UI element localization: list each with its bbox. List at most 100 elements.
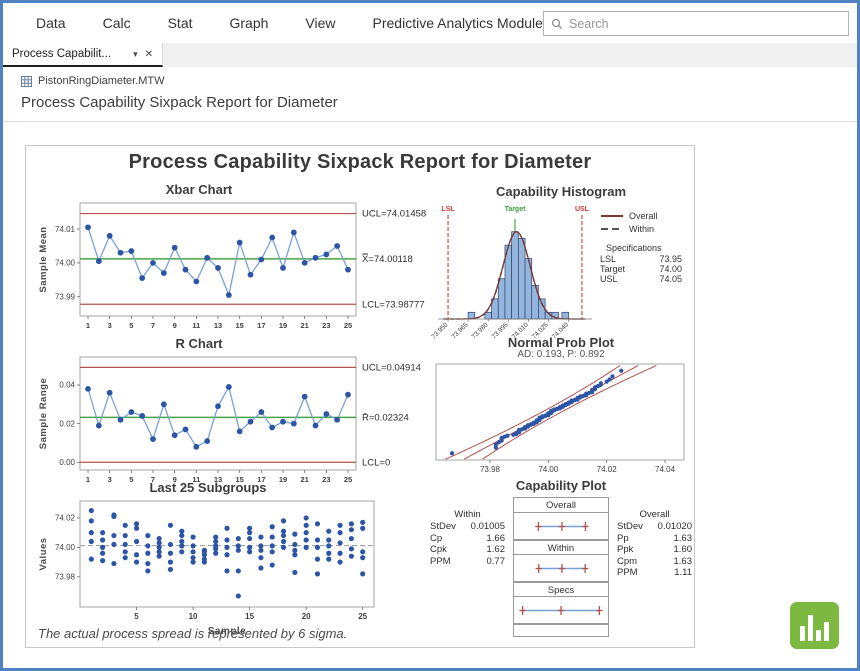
menu-item-stat[interactable]: Stat: [168, 15, 193, 31]
r-chart-canvas: 0.000.020.04Sample Range1357911131517192…: [34, 351, 434, 486]
report-title: Process Capability Sixpack Report for Di…: [26, 151, 694, 174]
svg-text:13: 13: [214, 321, 222, 330]
legend-label: Within: [629, 224, 654, 234]
svg-text:74.02: 74.02: [55, 514, 76, 523]
menu-item-view[interactable]: View: [305, 15, 335, 31]
svg-text:LCL=73.98777: LCL=73.98777: [362, 299, 425, 310]
svg-text:X̿=74.00118: X̿=74.00118: [362, 253, 413, 265]
overall-stats-table-row: StDev0.01020: [617, 521, 692, 533]
within-stats-table-row: Cp1.66: [430, 533, 505, 545]
svg-text:UCL=0.04914: UCL=0.04914: [362, 362, 421, 373]
within-stats-table-row: PPM0.77: [430, 556, 505, 568]
svg-text:73.98: 73.98: [480, 465, 501, 474]
bar-chart-icon: [800, 626, 805, 641]
bar-chart-icon: [808, 615, 813, 641]
capability-histogram-panel: Capability Histogram LSLUSLTarget73.9507…: [430, 184, 692, 351]
capability-histogram-canvas: LSLUSLTarget73.95073.96573.98073.99574.0…: [430, 201, 600, 351]
overall-stats-table-title: Overall: [617, 509, 692, 520]
svg-text:17: 17: [257, 321, 265, 330]
svg-text:0.02: 0.02: [59, 419, 75, 428]
svg-text:74.02: 74.02: [597, 465, 618, 474]
svg-text:74.01: 74.01: [55, 225, 76, 234]
interval-cell-within: [514, 555, 608, 582]
divider: [3, 121, 857, 122]
normal-prob-plot-subtitle: AD: 0.193, P: 0.892: [430, 349, 692, 360]
report-footnote: The actual process spread is represented…: [38, 626, 347, 641]
interval-header-within: Within: [514, 540, 608, 555]
svg-text:1: 1: [86, 321, 90, 330]
svg-text:11: 11: [192, 321, 200, 330]
overall-stats-table-row: Cpm1.63: [617, 556, 692, 568]
specification-row: Target74.00: [600, 264, 690, 274]
close-icon[interactable]: ✕: [145, 49, 153, 60]
svg-text:74.04: 74.04: [655, 465, 676, 474]
svg-text:UCL=74.01458: UCL=74.01458: [362, 209, 426, 220]
svg-text:0.04: 0.04: [59, 381, 75, 390]
menu-item-graph[interactable]: Graph: [230, 15, 269, 31]
normal-prob-plot-title: Normal Prob Plot: [430, 335, 692, 350]
histogram-legend: Overall Within SpecificationsLSL73.95Targe…: [600, 201, 690, 351]
search-icon: [551, 18, 563, 30]
sixpack-report: Process Capability Sixpack Report for Di…: [25, 145, 695, 648]
histogram-bars: [468, 232, 568, 319]
svg-text:Target: Target: [505, 206, 527, 213]
svg-text:LSL: LSL: [441, 206, 455, 213]
svg-text:23: 23: [322, 321, 330, 330]
svg-text:Sample Mean: Sample Mean: [38, 226, 49, 292]
svg-text:10: 10: [189, 612, 198, 621]
capability-plot-body: WithinStDev0.01005Cp1.66Cpk1.62PPM0.77Ov…: [430, 497, 692, 637]
page-title: Process Capability Sixpack Report for Di…: [21, 94, 857, 111]
tab-label: Process Capabilit...: [12, 48, 126, 60]
bar-chart-icon: [824, 622, 829, 641]
menu-item-predictive-analytics-module[interactable]: Predictive Analytics Module: [373, 15, 543, 31]
svg-text:15: 15: [245, 612, 254, 621]
chevron-down-icon[interactable]: ▾: [133, 49, 138, 60]
svg-text:74.00: 74.00: [55, 259, 76, 268]
last-25-subgroups-panel: Last 25 Subgroups 73.9874.0074.02Values5…: [34, 480, 434, 650]
last-25-subgroups-title: Last 25 Subgroups: [34, 480, 382, 495]
interval-header-overall: Overall: [514, 498, 608, 513]
menu-item-data[interactable]: Data: [36, 15, 66, 31]
svg-text:74.00: 74.00: [55, 543, 76, 552]
svg-text:9: 9: [173, 321, 177, 330]
svg-text:7: 7: [151, 321, 155, 330]
capability-plot-panel: Capability Plot WithinStDev0.01005Cp1.66…: [430, 478, 692, 637]
specification-row: USL74.05: [600, 274, 690, 284]
overall-stats-table-row: Ppk1.60: [617, 544, 692, 556]
svg-text:25: 25: [344, 321, 352, 330]
interval-cell-specs: [514, 597, 608, 624]
svg-text:R̄=0.02324: R̄=0.02324: [362, 412, 409, 423]
within-stats-table-row: Cpk1.62: [430, 544, 505, 556]
specification-row: LSL73.95: [600, 254, 690, 264]
xbar-chart-panel: Xbar Chart 73.9974.0074.01Sample Mean135…: [34, 182, 434, 337]
capability-interval-column: OverallWithinSpecs: [513, 497, 609, 637]
svg-text:USL: USL: [575, 206, 590, 213]
within-stats-table-title: Within: [430, 509, 505, 520]
app-window: Data Calc Stat Graph View Predictive Ana…: [0, 0, 860, 671]
svg-text:LCL=0: LCL=0: [362, 457, 390, 468]
within-stats-table-row: StDev0.01005: [430, 521, 505, 533]
svg-text:19: 19: [279, 321, 287, 330]
xbar-chart-title: Xbar Chart: [34, 182, 364, 197]
subgroup-points: [89, 508, 366, 599]
bar-chart-icon: [816, 630, 821, 641]
svg-text:25: 25: [358, 612, 367, 621]
search-input[interactable]: [569, 17, 841, 31]
tab-process-capability[interactable]: Process Capabilit... ▾ ✕: [3, 43, 163, 67]
legend-item-overall: Overall: [600, 211, 690, 221]
specifications-block: SpecificationsLSL73.95Target74.00USL74.0…: [600, 243, 690, 284]
svg-text:73.99: 73.99: [55, 292, 76, 301]
specifications-title: Specifications: [600, 243, 690, 253]
legend-line-icon: [600, 213, 624, 219]
worksheet-link[interactable]: PistonRingDiameter.MTW: [21, 75, 857, 87]
svg-text:5: 5: [134, 612, 139, 621]
overall-stats-table-row: PPM1.11: [617, 567, 692, 579]
normal-prob-plot-panel: Normal Prob Plot AD: 0.193, P: 0.892 73.…: [430, 335, 692, 485]
menu-item-calc[interactable]: Calc: [103, 15, 131, 31]
minitab-logo-button[interactable]: [790, 602, 839, 649]
search-box[interactable]: [543, 11, 849, 36]
capability-plot-title: Capability Plot: [430, 478, 692, 493]
svg-text:Sample Range: Sample Range: [38, 378, 49, 449]
svg-text:Values: Values: [38, 537, 49, 570]
menubar: Data Calc Stat Graph View Predictive Ana…: [3, 3, 857, 43]
